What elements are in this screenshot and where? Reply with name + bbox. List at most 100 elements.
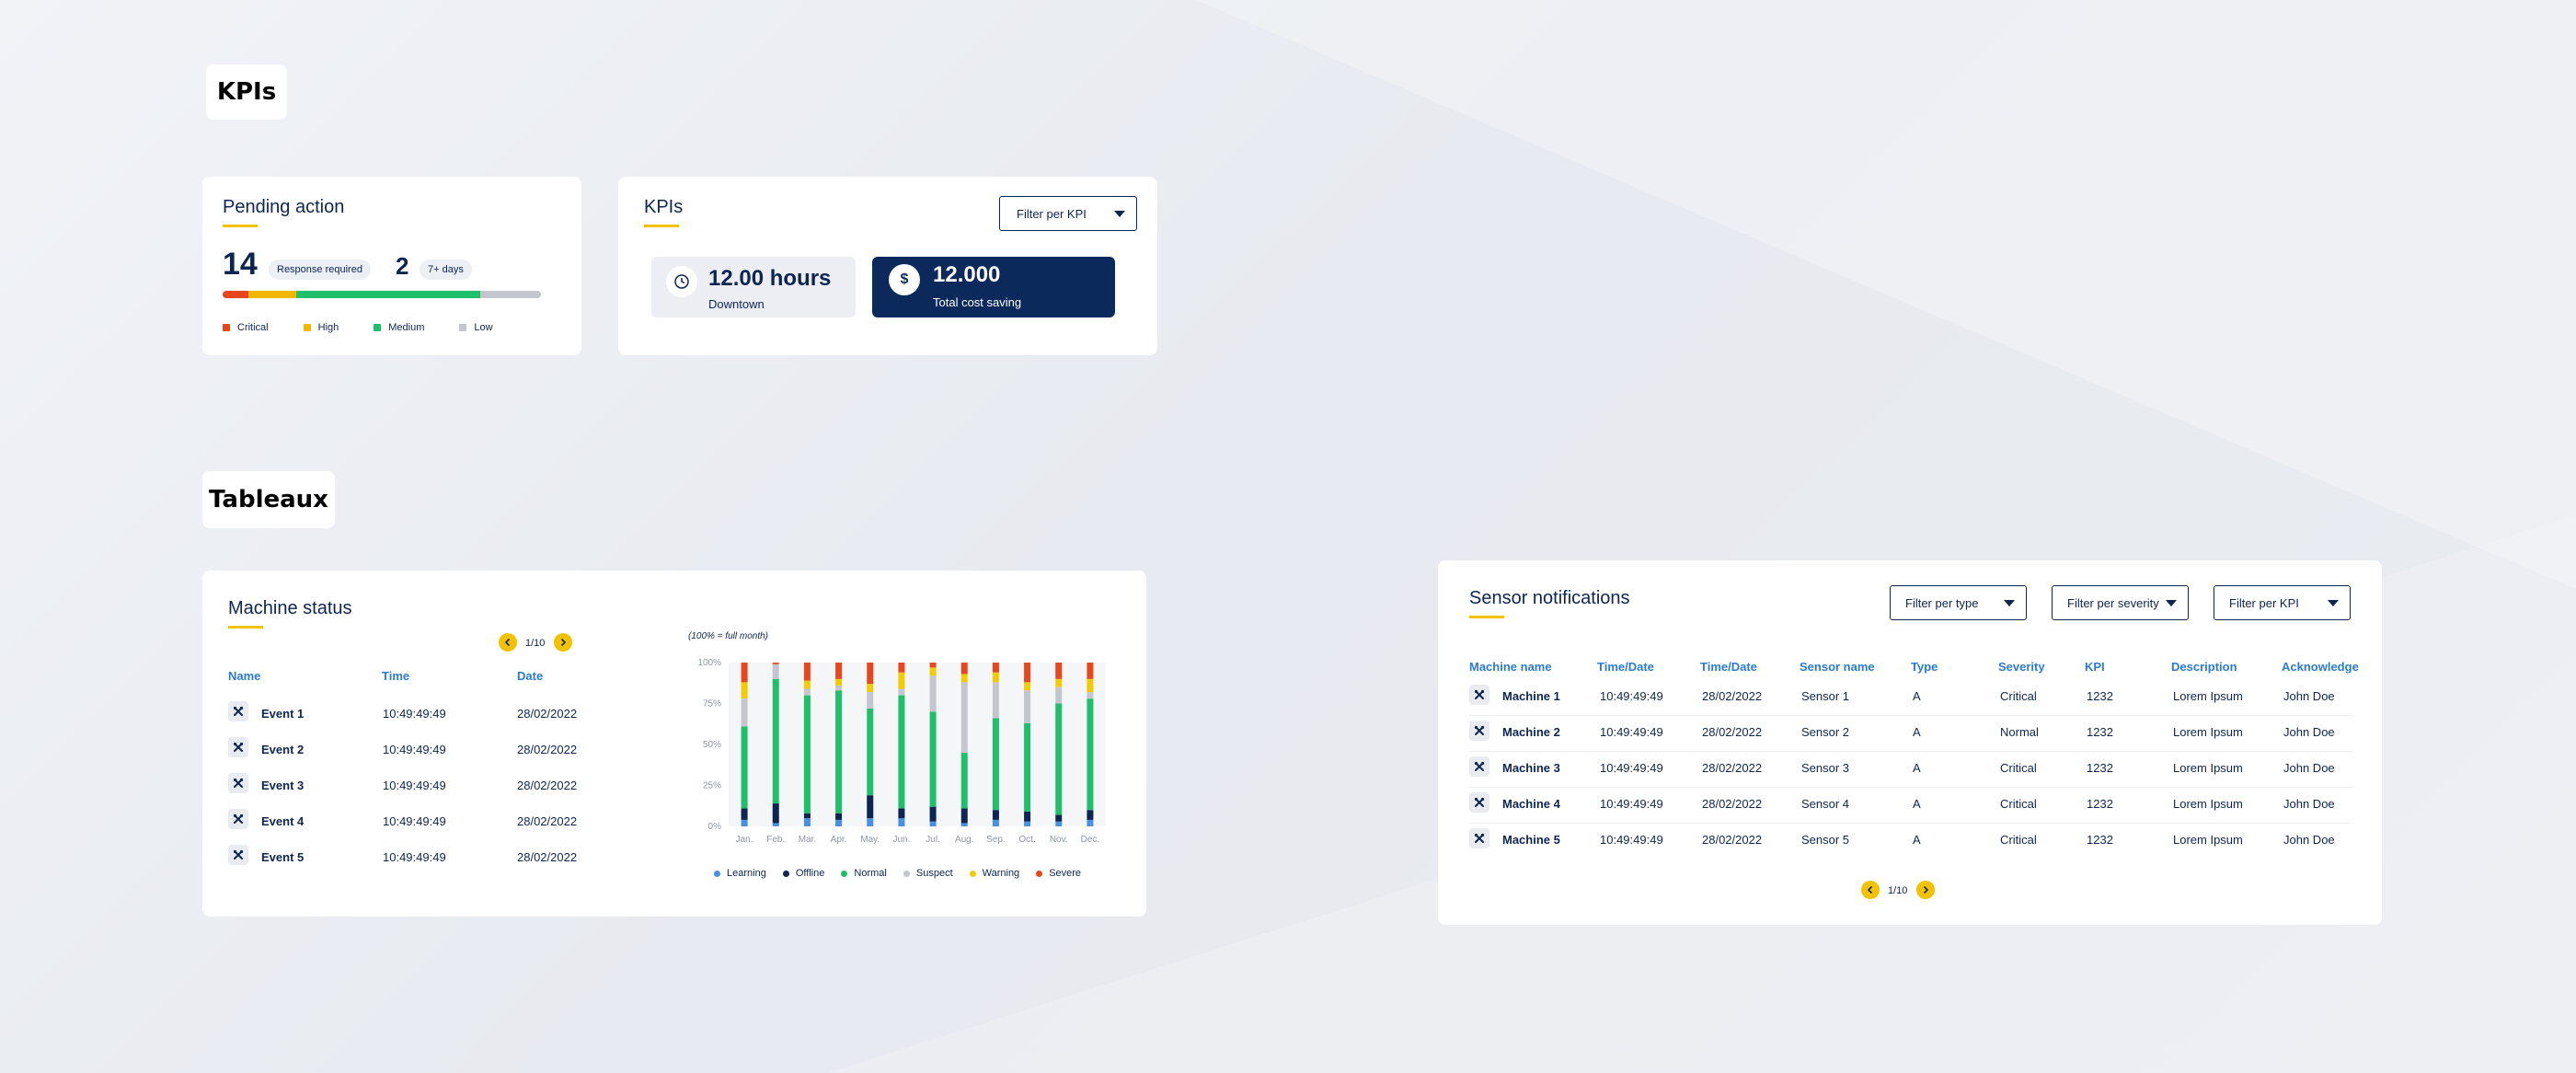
event-date: 28/02/2022 <box>517 850 578 864</box>
filter-dropdown[interactable]: Filter per severity <box>2052 585 2189 620</box>
pager-indicator: 1/10 <box>1888 885 1908 896</box>
table-cell: A <box>1913 833 1921 847</box>
tool-icon <box>1469 756 1489 777</box>
pager-next-button[interactable] <box>554 633 572 652</box>
bar-segment-warning <box>960 674 968 683</box>
x-tick-label: Jul. <box>926 835 940 845</box>
kpi-cost-box: $ 12.000 Total cost saving <box>872 257 1115 317</box>
bar-segment-warning <box>741 682 748 699</box>
event-name[interactable]: Event 2 <box>261 743 304 756</box>
bar-segment-severe <box>803 663 811 681</box>
pager-next-button[interactable] <box>1916 881 1935 899</box>
bar-segment-learning <box>929 821 937 826</box>
kpi-filter-dropdown[interactable]: Filter per KPI <box>999 196 1137 231</box>
bar-segment-warning <box>1055 678 1063 687</box>
bar-segment-offline <box>867 795 874 819</box>
bar-segment-suspect <box>992 682 999 719</box>
bar-segment-suspect <box>929 675 937 712</box>
table-cell: A <box>1913 797 1921 811</box>
filter-label: Filter per type <box>1905 595 1979 610</box>
legend-item: Critical <box>223 322 269 333</box>
bar-segment-suspect <box>960 682 968 753</box>
legend-dot <box>841 870 848 877</box>
legend-label: Low <box>474 322 493 333</box>
event-name[interactable]: Event 5 <box>261 850 304 864</box>
bar-segment-warning <box>992 672 999 683</box>
machine-name[interactable]: Machine 4 <box>1502 797 1560 811</box>
legend-label: Suspect <box>915 868 953 879</box>
table-cell: John Doe <box>2283 797 2335 811</box>
bar-segment-offline <box>835 813 843 820</box>
bar-segment-learning <box>1055 821 1063 826</box>
bar-segment-learning <box>772 823 779 826</box>
event-time: 10:49:49:49 <box>383 779 446 792</box>
filter-dropdown[interactable]: Filter per type <box>1890 585 2027 620</box>
table-cell: Sensor 1 <box>1801 689 1850 703</box>
bar-segment-warning <box>803 680 811 689</box>
bar-segment-severe <box>1024 663 1031 683</box>
pager-prev-button[interactable] <box>499 633 517 652</box>
tool-icon <box>1469 721 1489 741</box>
event-time: 10:49:49:49 <box>383 850 446 864</box>
chart-legend-item: Learning <box>714 868 766 879</box>
event-name[interactable]: Event 3 <box>261 779 304 792</box>
bar-segment-offline <box>898 808 905 819</box>
table-cell: Critical <box>2000 833 2037 847</box>
event-name[interactable]: Event 1 <box>261 707 304 721</box>
bar-segment-severe <box>1087 663 1094 679</box>
machine-name[interactable]: Machine 5 <box>1502 833 1560 847</box>
machine-name[interactable]: Machine 3 <box>1502 761 1560 775</box>
machine-name[interactable]: Machine 1 <box>1502 689 1560 703</box>
bar-segment-normal <box>1087 698 1094 811</box>
tool-icon <box>228 809 248 829</box>
card-title: KPIs <box>644 197 684 227</box>
table-cell: A <box>1913 725 1921 739</box>
table-cell: John Doe <box>2283 725 2335 739</box>
machine-name[interactable]: Machine 2 <box>1502 725 1560 739</box>
chart-legend-item: Suspect <box>903 868 953 879</box>
filter-label: Filter per severity <box>2067 595 2159 610</box>
bar-segment-learning <box>803 818 811 826</box>
bar-segment-learning <box>1024 821 1031 826</box>
table-cell: A <box>1913 761 1921 775</box>
table-cell: John Doe <box>2283 689 2335 703</box>
bar-segment-suspect <box>1055 686 1063 704</box>
column-header: Time/Date <box>1700 660 1757 674</box>
kpi-filter-label: Filter per KPI <box>1017 206 1087 221</box>
event-name[interactable]: Event 4 <box>261 814 304 828</box>
column-header: Date <box>517 669 544 683</box>
chevron-down-icon <box>2004 600 2015 606</box>
bar-segment-warning <box>1087 678 1094 693</box>
filter-dropdown[interactable]: Filter per KPI <box>2214 585 2351 620</box>
table-cell: Lorem Ipsum <box>2173 833 2243 847</box>
table-cell: 28/02/2022 <box>1702 797 1763 811</box>
bar-segment-suspect <box>741 698 748 727</box>
event-date: 28/02/2022 <box>517 779 578 792</box>
column-header: Sensor name <box>1800 660 1875 674</box>
legend-label: Learning <box>727 868 766 879</box>
column-header: Acknowledge <box>2282 660 2359 674</box>
table-cell: Lorem Ipsum <box>2173 725 2243 739</box>
legend-label: Critical <box>237 322 269 333</box>
bar-segment-medium <box>295 291 481 298</box>
bar-segment-suspect <box>1087 692 1094 699</box>
bar-segment-suspect <box>803 688 811 696</box>
table-cell: John Doe <box>2283 761 2335 775</box>
event-date: 28/02/2022 <box>517 814 578 828</box>
event-time: 10:49:49:49 <box>383 814 446 828</box>
row-divider <box>1469 751 2352 752</box>
chevron-down-icon <box>2166 600 2177 606</box>
bar-segment-offline <box>1055 814 1063 822</box>
tool-icon <box>228 845 248 865</box>
table-cell: 1232 <box>2087 689 2113 703</box>
pager-prev-button[interactable] <box>1861 881 1880 899</box>
kpi-downtime-label: Downtown <box>708 297 765 311</box>
x-tick-label: Jan. <box>736 835 753 845</box>
column-header: Time <box>382 669 410 683</box>
table-cell: 28/02/2022 <box>1702 761 1763 775</box>
table-cell: Sensor 4 <box>1801 797 1850 811</box>
bar-segment-offline <box>992 810 999 820</box>
bar-segment-learning <box>992 819 999 826</box>
table-cell: Lorem Ipsum <box>2173 797 2243 811</box>
column-header: Time/Date <box>1597 660 1654 674</box>
